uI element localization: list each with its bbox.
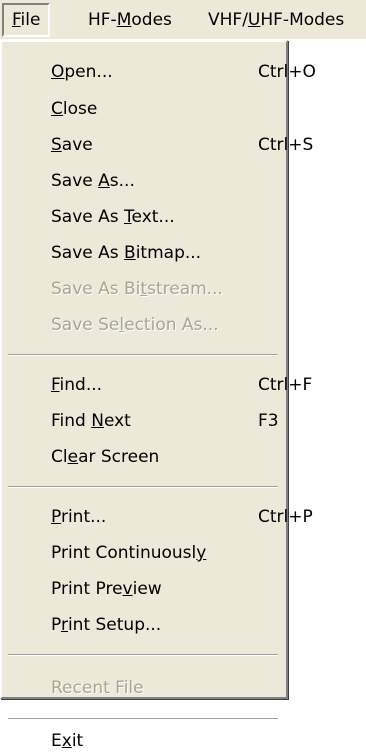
menu-item-print-setup[interactable]: Print Setup... [4, 607, 282, 643]
menu-mnemonic: F [12, 10, 21, 30]
menu-item-label: Print Continuously [51, 543, 207, 563]
menu-separator [8, 486, 278, 488]
menu-separator [8, 654, 278, 656]
menu-item-print[interactable]: Print... Ctrl+P [4, 499, 313, 535]
menu-separator [8, 354, 278, 356]
menu-label-part: ile [20, 10, 41, 30]
menu-item-save[interactable]: Save Ctrl+S [4, 127, 313, 163]
menu-item-label: Print Setup... [51, 615, 162, 635]
shortcut-label: Ctrl+S [258, 135, 314, 155]
menu-item-open[interactable]: Open... Ctrl+O [4, 54, 316, 90]
menu-item-label: Save As... [51, 171, 135, 191]
menu-item-save-as-text[interactable]: Save As Text... [4, 199, 282, 235]
menu-item-label: Close [51, 99, 98, 119]
menu-item-label: Save As Text... [51, 207, 175, 227]
menu-item-save-as-bitstream: Save As Bitstream... [4, 271, 282, 307]
menu-label-part: HF-Modes [260, 10, 345, 30]
menu-item-save-as[interactable]: Save As... [4, 163, 282, 199]
menu-item-label: Open... [51, 62, 113, 82]
menu-vhf-uhf-modes[interactable]: VHF/UHF-Modes [208, 3, 344, 37]
menu-file[interactable]: File [2, 3, 51, 37]
menu-bar: File HF-Modes VHF/UHF-Modes [0, 0, 366, 40]
menu-item-label: Save Selection As... [51, 315, 219, 335]
menu-mnemonic: U [247, 10, 261, 30]
menu-item-find[interactable]: Find... Ctrl+F [4, 367, 312, 403]
menu-item-print-preview[interactable]: Print Preview [4, 571, 282, 607]
menu-item-print-continuously[interactable]: Print Continuously [4, 535, 282, 571]
shortcut-label: Ctrl+O [258, 62, 316, 82]
menu-label-part: VHF/ [208, 10, 248, 30]
menu-item-clear-screen[interactable]: Clear Screen [4, 439, 282, 475]
file-dropdown-menu: Open... Ctrl+O Close Save Ctrl+S Save As… [0, 40, 316, 751]
menu-item-recent-file: Recent File [4, 670, 282, 706]
menu-label-part: odes [131, 10, 172, 30]
menu-item-label: Find... [51, 375, 103, 395]
menu-item-label: Save [51, 135, 93, 155]
menu-item-find-next[interactable]: Find Next F3 [4, 403, 282, 439]
shortcut-label: Ctrl+F [258, 375, 313, 395]
menu-item-label: Find Next [51, 411, 131, 431]
menu-item-label: Exit [51, 731, 84, 751]
menu-label-part: HF- [88, 10, 117, 30]
menu-item-label: Print Preview [51, 579, 162, 599]
menu-item-label: Print... [51, 507, 107, 527]
menu-item-label: Clear Screen [51, 447, 160, 467]
menu-item-exit[interactable]: Exit [4, 726, 282, 756]
shortcut-label: F3 [258, 411, 279, 431]
menu-item-save-as-bitmap[interactable]: Save As Bitmap... [4, 235, 282, 271]
menu-hf-modes[interactable]: HF-Modes [88, 3, 172, 37]
menu-separator [8, 718, 278, 720]
shortcut-label: Ctrl+P [258, 507, 313, 527]
menu-item-save-selection-as: Save Selection As... [4, 307, 282, 343]
menu-item-label: Recent File [51, 678, 144, 698]
menu-item-label: Save As Bitmap... [51, 243, 202, 263]
menu-item-close[interactable]: Close [4, 91, 282, 127]
menu-mnemonic: M [116, 10, 132, 30]
menu-item-label: Save As Bitstream... [51, 279, 223, 299]
